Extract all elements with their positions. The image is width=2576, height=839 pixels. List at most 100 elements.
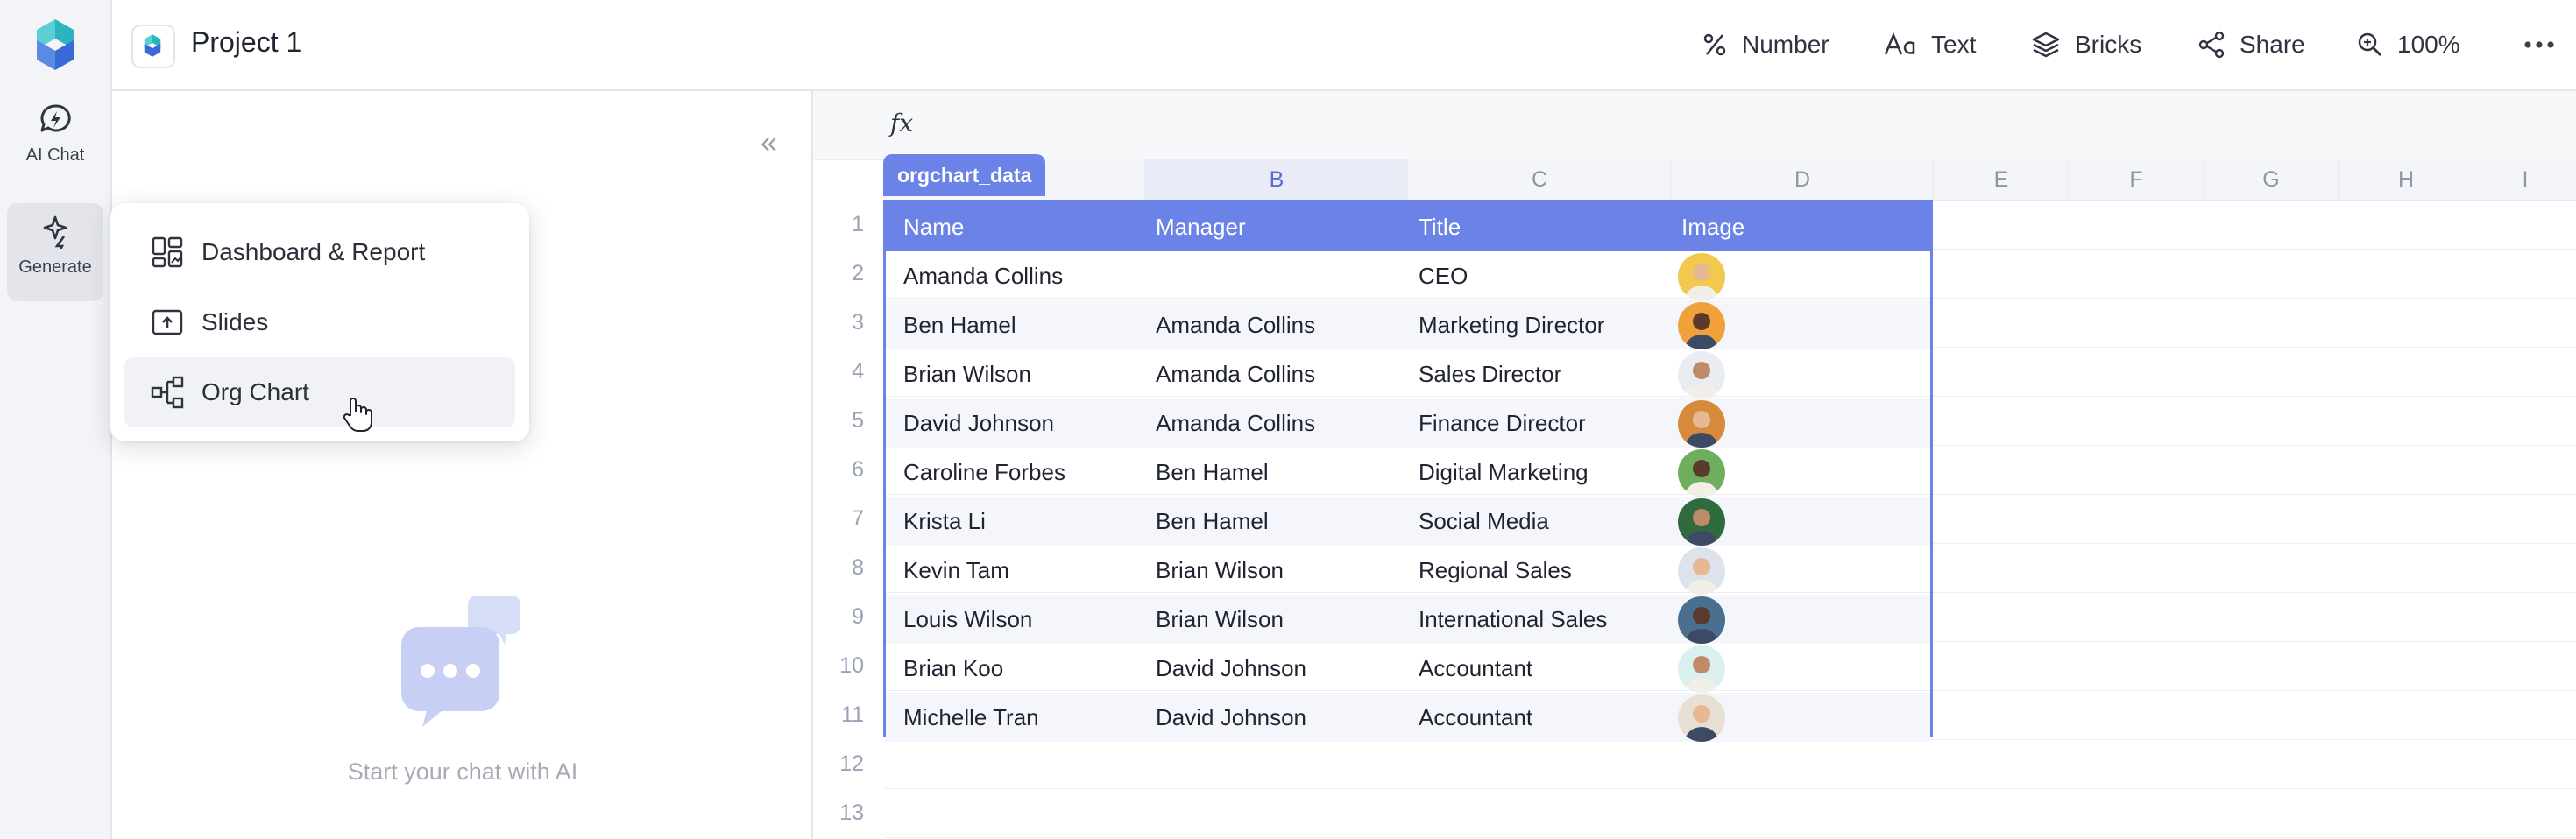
- row-number[interactable]: 7: [813, 506, 864, 532]
- cell-title[interactable]: Regional Sales: [1419, 546, 1572, 595]
- cell-image-avatar[interactable]: [1678, 351, 1725, 398]
- row-number[interactable]: 12: [813, 751, 864, 777]
- cell-name[interactable]: Krista Li: [903, 497, 986, 546]
- cell-name[interactable]: Caroline Forbes: [903, 448, 1065, 497]
- cell-manager[interactable]: Ben Hamel: [1156, 497, 1269, 546]
- cell-manager[interactable]: Amanda Collins: [1156, 398, 1315, 448]
- cell-image-avatar[interactable]: [1678, 547, 1725, 595]
- chat-bubbles-illustration: [401, 596, 520, 727]
- header-manager[interactable]: Manager: [1156, 202, 1246, 251]
- column-header-d[interactable]: D: [1670, 159, 1934, 200]
- table-row: Amanda Collins CEO: [886, 251, 1930, 300]
- cell-name[interactable]: Kevin Tam: [903, 546, 1009, 595]
- column-header-g[interactable]: G: [2203, 159, 2339, 200]
- cell-name[interactable]: David Johnson: [903, 398, 1054, 448]
- table-row: Caroline Forbes Ben Hamel Digital Marketin…: [886, 448, 1930, 497]
- cell-image-avatar[interactable]: [1678, 645, 1725, 693]
- column-header-c[interactable]: C: [1407, 159, 1671, 200]
- org-chart-icon: [151, 376, 184, 409]
- cell-title[interactable]: Accountant: [1419, 644, 1532, 693]
- more-button[interactable]: [2523, 25, 2569, 65]
- row-number[interactable]: 5: [813, 408, 864, 434]
- zoom-button[interactable]: 100%: [2357, 25, 2460, 65]
- cell-title[interactable]: Accountant: [1419, 693, 1532, 742]
- rail-ai-chat-button[interactable]: AI Chat: [7, 91, 103, 189]
- cell-manager[interactable]: David Johnson: [1156, 644, 1306, 693]
- column-header-e[interactable]: E: [1933, 159, 2069, 200]
- rail-generate-button[interactable]: Generate: [7, 203, 103, 301]
- share-button[interactable]: Share: [2197, 25, 2305, 65]
- formula-bar[interactable]: fx: [813, 91, 2576, 160]
- cell-name[interactable]: Michelle Tran: [903, 693, 1039, 742]
- column-header-b[interactable]: B: [1144, 159, 1408, 200]
- project-icon[interactable]: [131, 25, 175, 68]
- menu-item-org-chart[interactable]: Org Chart: [124, 357, 515, 427]
- header-title[interactable]: Title: [1419, 202, 1461, 251]
- table-row: Brian Wilson Amanda Collins Sales Director: [886, 349, 1930, 398]
- cell-title[interactable]: Social Media: [1419, 497, 1549, 546]
- cell-name[interactable]: Amanda Collins: [903, 251, 1063, 300]
- cell-title[interactable]: International Sales: [1419, 595, 1607, 644]
- column-header-i[interactable]: I: [2473, 159, 2576, 200]
- share-icon: [2198, 31, 2225, 59]
- generate-menu: Dashboard & Report Slides Org Chart: [110, 203, 529, 441]
- row-number[interactable]: 10: [813, 653, 864, 679]
- collapse-panel-button[interactable]: «: [761, 126, 777, 160]
- cell-title[interactable]: Sales Director: [1419, 349, 1561, 398]
- cell-title[interactable]: Marketing Director: [1419, 300, 1604, 349]
- bricks-label: Bricks: [2075, 31, 2142, 58]
- bricks-button[interactable]: Bricks: [2031, 25, 2141, 65]
- row-number[interactable]: 13: [813, 800, 864, 826]
- cell-manager[interactable]: David Johnson: [1156, 693, 1306, 742]
- text-format-button[interactable]: Text: [1884, 25, 1976, 65]
- cell-image-avatar[interactable]: [1678, 694, 1725, 742]
- grid-line: [885, 837, 2576, 838]
- hand-pointer-cursor: [343, 398, 372, 432]
- cell-name[interactable]: Brian Wilson: [903, 349, 1031, 398]
- row-number[interactable]: 8: [813, 555, 864, 581]
- cell-manager[interactable]: Ben Hamel: [1156, 448, 1269, 497]
- cell-manager[interactable]: Amanda Collins: [1156, 349, 1315, 398]
- cell-image-avatar[interactable]: [1678, 400, 1725, 448]
- row-number[interactable]: 2: [813, 261, 864, 286]
- row-number[interactable]: 4: [813, 359, 864, 384]
- row-number[interactable]: 1: [813, 212, 864, 237]
- cell-manager[interactable]: Brian Wilson: [1156, 595, 1284, 644]
- cell-manager[interactable]: Brian Wilson: [1156, 546, 1284, 595]
- spreadsheet: fx B C D E F G H I orgchart_data 1234567…: [813, 91, 2576, 839]
- cell-image-avatar[interactable]: [1678, 253, 1725, 300]
- number-format-button[interactable]: Number: [1702, 25, 1829, 65]
- top-bar: Project 1 Number Text Bricks Share 100%: [112, 0, 2576, 91]
- menu-item-label: Org Chart: [202, 378, 309, 405]
- cell-name[interactable]: Brian Koo: [903, 644, 1003, 693]
- row-number[interactable]: 11: [813, 702, 864, 728]
- cell-title[interactable]: CEO: [1419, 251, 1468, 300]
- row-number[interactable]: 3: [813, 310, 864, 335]
- row-number[interactable]: 9: [813, 604, 864, 630]
- cell-image-avatar[interactable]: [1678, 498, 1725, 546]
- menu-item-label: Slides: [202, 308, 269, 335]
- zoom-icon: [2358, 32, 2381, 56]
- table-name-tag[interactable]: orgchart_data: [883, 154, 1046, 196]
- menu-item-dashboard-report[interactable]: Dashboard & Report: [124, 217, 515, 287]
- column-header-f[interactable]: F: [2068, 159, 2204, 200]
- text-format-icon: [1884, 32, 1915, 55]
- orgchart-table[interactable]: Name Manager Title Image Amanda Collins C…: [883, 200, 1933, 742]
- share-label: Share: [2240, 31, 2305, 58]
- cell-title[interactable]: Digital Marketing: [1419, 448, 1589, 497]
- column-header-h[interactable]: H: [2338, 159, 2473, 200]
- row-number[interactable]: 6: [813, 457, 864, 483]
- project-title[interactable]: Project 1: [191, 26, 301, 59]
- cell-name[interactable]: Ben Hamel: [903, 300, 1016, 349]
- cell-name[interactable]: Louis Wilson: [903, 595, 1032, 644]
- table-row: Kevin Tam Brian Wilson Regional Sales: [886, 546, 1930, 595]
- app-logo[interactable]: [33, 18, 77, 72]
- cell-image-avatar[interactable]: [1678, 449, 1725, 497]
- header-image[interactable]: Image: [1681, 202, 1744, 251]
- header-name[interactable]: Name: [903, 202, 964, 251]
- cell-manager[interactable]: Amanda Collins: [1156, 300, 1315, 349]
- menu-item-slides[interactable]: Slides: [124, 287, 515, 357]
- cell-title[interactable]: Finance Director: [1419, 398, 1586, 448]
- cell-image-avatar[interactable]: [1678, 596, 1725, 644]
- cell-image-avatar[interactable]: [1678, 302, 1725, 349]
